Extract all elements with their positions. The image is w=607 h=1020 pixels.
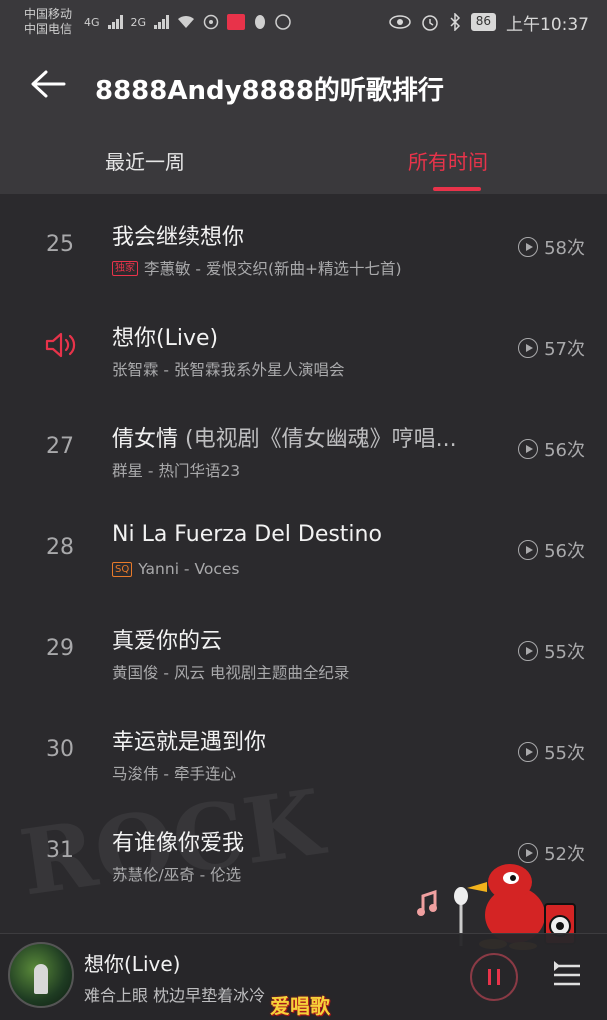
play-count: 55次 [518, 739, 585, 765]
list-item[interactable]: 27 倩女情 (电视剧《倩女幽魂》哼唱... 群星 - 热门华语23 56次 [0, 396, 607, 497]
artist-album: 马浚伟 - 牵手连心 [112, 765, 236, 783]
song-title-text: 想你(Live) [112, 326, 219, 351]
song-meta: 苏慧伦/巫奇 - 伦选 [112, 863, 241, 885]
clock: 上午10:37 [506, 14, 589, 35]
song-title: 有谁像你爱我 [112, 825, 244, 857]
network-1-label: 4G [84, 15, 100, 29]
now-playing-indicator [30, 332, 90, 365]
play-count-text: 55次 [544, 743, 585, 764]
ranking-list: 25 我会继续想你 独家 李蕙敏 - 爱恨交织(新曲+精选十七首) 58次 想你… [0, 194, 607, 901]
play-count-text: 56次 [544, 541, 585, 562]
play-circle-icon [518, 742, 539, 762]
artist-album: 群星 - 热门华语23 [112, 462, 241, 480]
song-subtitle: (电视剧《倩女幽魂》哼唱... [185, 427, 457, 452]
tab-all-time[interactable]: 所有时间 [408, 146, 488, 175]
song-title-text: 幸运就是遇到你 [112, 730, 267, 755]
list-item[interactable]: 想你(Live) 张智霖 - 张智霖我系外星人演唱会 57次 [0, 295, 607, 396]
status-right: 86 上午10:37 [388, 10, 589, 35]
tab-bar: 最近一周 所有时间 [0, 140, 607, 194]
rank-number: 25 [46, 232, 74, 257]
pause-icon [485, 969, 503, 985]
app-icon [275, 14, 291, 30]
back-button[interactable] [30, 66, 66, 102]
rank-number: 31 [46, 838, 74, 863]
status-bar: 中国移动 中国电信 4G 2G 86 上午10:37 [0, 0, 607, 44]
list-item[interactable]: 28 Ni La Fuerza Del Destino SQ Yanni - V… [0, 497, 607, 598]
playlist-icon[interactable] [550, 958, 584, 992]
list-item[interactable]: 25 我会继续想你 独家 李蕙敏 - 爱恨交织(新曲+精选十七首) 58次 [0, 194, 607, 295]
player-song-title: 想你(Live) [84, 952, 181, 976]
play-circle-icon [518, 237, 539, 257]
bluetooth-icon [450, 13, 460, 31]
play-count: 56次 [518, 537, 585, 563]
speaker-icon [45, 332, 76, 358]
play-count: 57次 [518, 335, 585, 361]
arrow-left-icon [31, 70, 66, 98]
play-count-text: 58次 [544, 238, 585, 259]
play-count-text: 57次 [544, 339, 585, 360]
play-count: 56次 [518, 436, 585, 462]
network-2-label: 2G [130, 15, 147, 29]
artist-album: Yanni - Voces [138, 560, 240, 578]
active-tab-indicator [433, 187, 481, 191]
song-meta: 马浚伟 - 牵手连心 [112, 762, 236, 784]
song-title: 想你(Live) [112, 320, 218, 352]
qq-icon [255, 15, 266, 29]
eye-icon [388, 15, 411, 29]
header: 8888Andy8888的听歌排行 最近一周 所有时间 [0, 44, 607, 194]
artist-album: 李蕙敏 - 爱恨交织(新曲+精选十七首) [144, 260, 402, 278]
play-count: 55次 [518, 638, 585, 664]
alarm-icon [421, 15, 438, 31]
song-title-text: 真爱你的云 [112, 629, 223, 654]
pause-button[interactable] [470, 953, 518, 1001]
sq-quality-badge: SQ [112, 561, 133, 577]
page-title: 8888Andy8888的听歌排行 [95, 76, 444, 106]
artist-album: 苏慧伦/巫奇 - 伦选 [112, 866, 242, 884]
play-count-text: 55次 [544, 642, 585, 663]
player-lyric: 难合上眼 枕边早垫着冰冷 [84, 986, 266, 1005]
play-count-text: 56次 [544, 440, 585, 461]
signal-2-icon [154, 15, 170, 29]
notification-icon [203, 14, 219, 30]
rank-number: 27 [46, 434, 74, 459]
song-meta: 群星 - 热门华语23 [112, 459, 240, 481]
song-title: 真爱你的云 [112, 623, 222, 655]
artist-album: 张智霖 - 张智霖我系外星人演唱会 [112, 361, 345, 379]
song-title: Ni La Fuerza Del Destino [112, 522, 382, 547]
song-title: 幸运就是遇到你 [112, 724, 266, 756]
play-circle-icon [518, 641, 539, 661]
song-title-text: 我会继续想你 [112, 225, 245, 250]
play-circle-icon [518, 338, 539, 358]
rank-number: 30 [46, 737, 74, 762]
artist-album: 黄国俊 - 风云 电视剧主题曲全纪录 [112, 664, 350, 682]
signal-indicators: 4G 2G [84, 14, 291, 30]
tab-recent-week[interactable]: 最近一周 [105, 146, 185, 175]
site-watermark: 爱唱歌 [270, 994, 330, 1018]
list-item[interactable]: 30 幸运就是遇到你 马浚伟 - 牵手连心 55次 [0, 699, 607, 800]
exclusive-badge: 独家 [112, 260, 138, 276]
carrier-2: 中国电信 [24, 22, 73, 36]
play-circle-icon [518, 540, 539, 560]
album-art[interactable] [8, 942, 74, 1008]
song-title: 我会继续想你 [112, 219, 244, 251]
song-meta: 独家 李蕙敏 - 爱恨交织(新曲+精选十七首) [112, 257, 402, 279]
song-title-text: Ni La Fuerza Del Destino [112, 522, 382, 547]
signal-1-icon [107, 15, 123, 29]
app-notification-icon [227, 14, 246, 30]
song-meta: 黄国俊 - 风云 电视剧主题曲全纪录 [112, 661, 349, 683]
song-title-text: 有谁像你爱我 [112, 831, 245, 856]
battery-icon: 86 [470, 13, 496, 31]
song-meta: SQ Yanni - Voces [112, 560, 239, 578]
wifi-icon [178, 15, 195, 28]
song-title-text: 倩女情 [112, 427, 185, 452]
song-title: 倩女情 (电视剧《倩女幽魂》哼唱... [112, 421, 457, 453]
play-count: 58次 [518, 234, 585, 260]
list-item[interactable]: 29 真爱你的云 黄国俊 - 风云 电视剧主题曲全纪录 55次 [0, 598, 607, 699]
carrier-info: 中国移动 中国电信 [24, 7, 72, 37]
rank-number: 28 [46, 535, 74, 560]
rank-number: 29 [46, 636, 74, 661]
play-circle-icon [518, 439, 539, 459]
song-meta: 张智霖 - 张智霖我系外星人演唱会 [112, 358, 344, 380]
carrier-1: 中国移动 [24, 7, 73, 21]
